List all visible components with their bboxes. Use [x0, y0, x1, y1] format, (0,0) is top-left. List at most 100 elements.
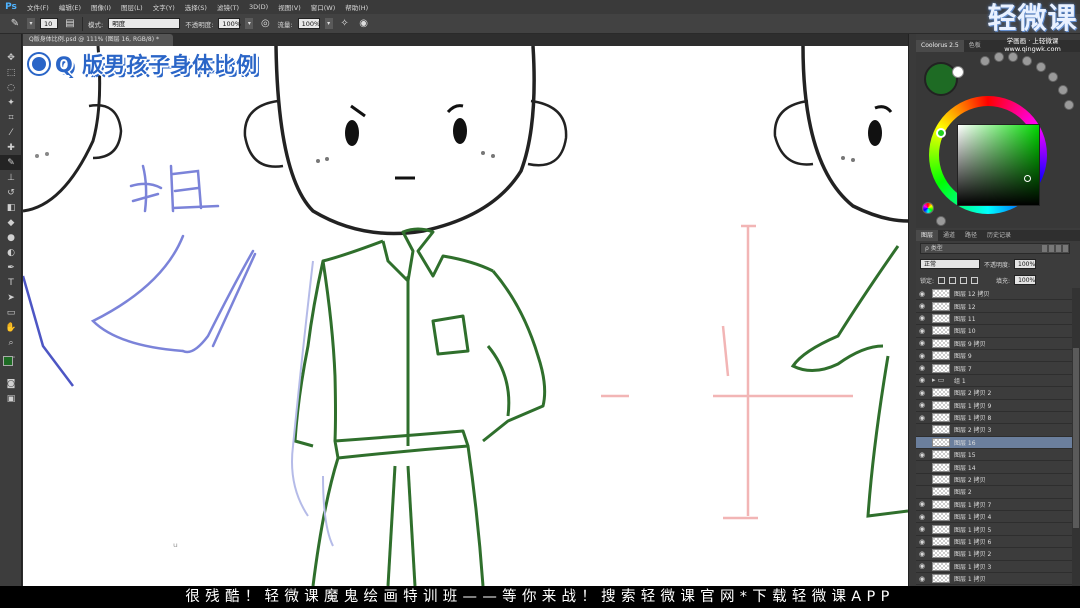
airbrush-icon[interactable]: ✧	[338, 17, 352, 31]
brush-preset-dropdown-icon[interactable]: ▾	[27, 18, 35, 29]
visibility-eye-icon[interactable]: ◉	[916, 426, 928, 434]
menu-edit[interactable]: 编辑(E)	[54, 2, 86, 12]
move-tool-icon[interactable]: ✥	[0, 50, 22, 65]
visibility-eye-icon[interactable]: ◉	[916, 290, 928, 298]
visibility-eye-icon[interactable]: ◉	[916, 339, 928, 347]
marquee-tool-icon[interactable]: ⬚	[0, 65, 22, 80]
visibility-eye-icon[interactable]: ◉	[916, 302, 928, 310]
brush-size-field[interactable]: 10	[40, 18, 58, 29]
tab-paths[interactable]: 路径	[960, 230, 982, 241]
menu-image[interactable]: 图像(I)	[86, 2, 116, 12]
lock-transparency-icon[interactable]	[938, 276, 946, 284]
visibility-eye-icon[interactable]: ◉	[916, 352, 928, 360]
flow-dropdown-icon[interactable]: ▾	[324, 18, 333, 29]
layer-row[interactable]: ◉ 图层 1 拷贝 9	[916, 400, 1072, 412]
menu-3d[interactable]: 3D(D)	[244, 3, 273, 11]
foreground-color-swatch[interactable]	[3, 356, 13, 366]
shape-tool-icon[interactable]: ▭	[0, 305, 22, 320]
layer-row[interactable]: ◉ 图层 2 拷贝	[916, 474, 1072, 487]
layer-row[interactable]: ◉ 图层 1 拷贝 5	[916, 523, 1072, 536]
paint-bucket-tool-icon[interactable]: ◆	[0, 215, 22, 230]
visibility-eye-icon[interactable]: ◉	[916, 376, 928, 384]
opacity-field[interactable]: 100%	[218, 18, 241, 29]
visibility-eye-icon[interactable]: ◉	[916, 314, 928, 322]
zoom-tool-icon[interactable]: ⌕	[0, 335, 22, 350]
brush-preset-icon[interactable]: ✎	[8, 17, 22, 31]
layer-row[interactable]: ◉ 图层 1 拷贝 7	[916, 499, 1072, 512]
layer-row[interactable]: ◉ 图层 1 拷贝 4	[916, 511, 1072, 524]
layer-list-scrollbar[interactable]	[1072, 288, 1080, 586]
layer-row[interactable]: ◉ 图层 15	[916, 449, 1072, 462]
layer-row[interactable]: ◉ 图层 2	[916, 486, 1072, 499]
brush-panel-icon[interactable]: ▤	[63, 17, 77, 31]
layer-row[interactable]: ◉ 图层 2 拷贝 2	[916, 387, 1072, 400]
menu-window[interactable]: 窗口(W)	[306, 2, 341, 12]
lock-position-icon[interactable]	[960, 276, 968, 284]
pressure-opacity-icon[interactable]: ◎	[258, 17, 272, 31]
visibility-eye-icon[interactable]: ◉	[916, 451, 928, 459]
layer-row[interactable]: ◉ 图层 12	[916, 300, 1072, 313]
visibility-eye-icon[interactable]: ◉	[916, 414, 928, 422]
lasso-tool-icon[interactable]: ◌	[0, 80, 22, 95]
visibility-eye-icon[interactable]: ◉	[916, 513, 928, 521]
visibility-eye-icon[interactable]: ◉	[916, 538, 928, 546]
screen-mode-icon[interactable]: ▣	[0, 391, 22, 406]
path-select-tool-icon[interactable]: ➤	[0, 290, 22, 305]
visibility-eye-icon[interactable]: ◉	[916, 327, 928, 335]
filter-pixel-icon[interactable]	[1042, 245, 1047, 252]
visibility-eye-icon[interactable]: ◉	[916, 488, 928, 496]
tab-history[interactable]: 历史记录	[982, 230, 1016, 241]
filter-type-icon[interactable]	[1056, 245, 1061, 252]
visibility-eye-icon[interactable]: ◉	[916, 500, 928, 508]
mode-select[interactable]: 明度	[108, 18, 181, 29]
adjust-knob-icon[interactable]	[1036, 62, 1046, 72]
visibility-eye-icon[interactable]: ◉	[916, 525, 928, 533]
quick-mask-icon[interactable]: ◙	[0, 376, 22, 391]
tab-channels[interactable]: 通道	[938, 230, 960, 241]
layer-row[interactable]: ◉ 图层 1 拷贝 8	[916, 412, 1072, 425]
visibility-eye-icon[interactable]: ◉	[916, 575, 928, 583]
layer-list-scroll-thumb[interactable]	[1073, 348, 1079, 528]
play-icon[interactable]	[936, 216, 946, 226]
visibility-eye-icon[interactable]: ◉	[916, 401, 928, 409]
filter-shape-icon[interactable]	[1063, 245, 1068, 252]
visibility-eye-icon[interactable]: ◉	[916, 463, 928, 471]
flow-field[interactable]: 100%	[297, 18, 320, 29]
dodge-tool-icon[interactable]: ◐	[0, 245, 22, 260]
filter-adjust-icon[interactable]	[1049, 245, 1054, 252]
menu-layer[interactable]: 图层(L)	[116, 2, 148, 12]
visibility-eye-icon[interactable]: ◉	[916, 438, 928, 446]
layer-row[interactable]: ◉ 图层 14	[916, 461, 1072, 474]
layer-row[interactable]: ◉ 图层 7	[916, 362, 1072, 375]
layer-row[interactable]: ◉ 图层 2 拷贝 3	[916, 424, 1072, 437]
layer-row[interactable]: ◉ 图层 1 拷贝	[916, 573, 1072, 586]
hue-cursor-icon[interactable]	[936, 128, 946, 138]
blur-tool-icon[interactable]: ●	[0, 230, 22, 245]
fill-field[interactable]: 100%	[1014, 275, 1037, 285]
crop-tool-icon[interactable]: ⌗	[0, 110, 22, 125]
menu-type[interactable]: 文字(Y)	[148, 2, 180, 12]
saturation-value-square[interactable]	[957, 124, 1040, 206]
previous-color-swatch[interactable]	[952, 66, 964, 78]
menu-help[interactable]: 帮助(H)	[340, 2, 373, 12]
lock-pixels-icon[interactable]	[949, 276, 957, 284]
menu-view[interactable]: 视图(V)	[273, 2, 306, 12]
layer-row[interactable]: ◉ 图层 11	[916, 313, 1072, 326]
blend-mode-select[interactable]: 正常	[920, 259, 980, 269]
layer-row[interactable]: ◉ 图层 9 拷贝	[916, 338, 1072, 350]
history-brush-tool-icon[interactable]: ↺	[0, 185, 22, 200]
layer-row[interactable]: ◉ 图层 1 拷贝 6	[916, 536, 1072, 549]
brush-tool-icon[interactable]: ✎	[0, 155, 22, 170]
layer-row[interactable]: ◉ ▸ ▭ 组 1	[916, 375, 1072, 388]
type-tool-icon[interactable]: T	[0, 275, 22, 290]
visibility-eye-icon[interactable]: ◉	[916, 550, 928, 558]
layer-row[interactable]: ◉ 图层 12 拷贝	[916, 288, 1072, 301]
canvas[interactable]: ᵘ Q 版男孩子身体比例	[23, 46, 908, 586]
layer-row[interactable]: ◉ 图层 10	[916, 325, 1072, 338]
layer-row[interactable]: ◉ 图层 1 拷贝 3	[916, 561, 1072, 573]
visibility-eye-icon[interactable]: ◉	[916, 364, 928, 372]
pressure-size-icon[interactable]: ◉	[357, 17, 371, 31]
adjust-knob-icon[interactable]	[1058, 85, 1068, 95]
visibility-eye-icon[interactable]: ◉	[916, 476, 928, 484]
hand-tool-icon[interactable]: ✋	[0, 320, 22, 335]
